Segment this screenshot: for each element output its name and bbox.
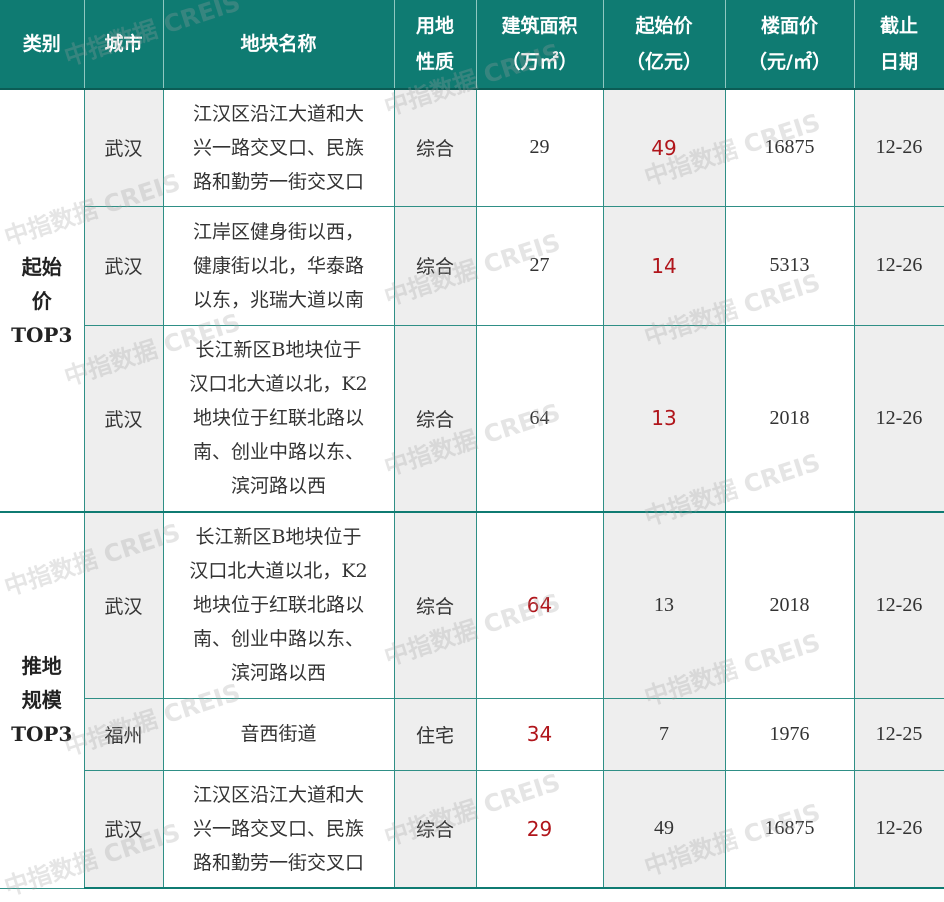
cell-area: 34: [476, 698, 604, 771]
cell-deadline: 12-26: [854, 512, 944, 699]
cell-area: 29: [476, 770, 604, 889]
land-auction-table: 类别 城市 地块名称 用地 性质 建筑面积 （万㎡） 起始价 （亿元） 楼面价 （元/㎡…: [0, 0, 944, 889]
cell-usage: 综合: [394, 325, 477, 513]
group-label-start-price-top3: 起始 价 TOP3: [0, 89, 85, 513]
cell-city: 武汉: [84, 89, 164, 207]
cell-usage: 住宅: [394, 698, 477, 771]
cell-deadline: 12-26: [854, 206, 944, 326]
cell-usage: 综合: [394, 89, 477, 207]
cell-start-price: 49: [603, 770, 726, 889]
header-category: 类别: [0, 0, 85, 90]
header-city: 城市: [84, 0, 164, 90]
cell-city: 武汉: [84, 325, 164, 513]
cell-floor-price: 5313: [725, 206, 855, 326]
cell-usage: 综合: [394, 770, 477, 889]
table-row: 福州 音西街道 住宅 34 7 1976 12-25: [0, 698, 944, 771]
cell-start-price: 13: [603, 512, 726, 699]
cell-area: 27: [476, 206, 604, 326]
cell-area: 64: [476, 512, 604, 699]
cell-deadline: 12-26: [854, 89, 944, 207]
cell-floor-price: 16875: [725, 89, 855, 207]
header-land-usage: 用地 性质: [394, 0, 477, 90]
cell-city: 武汉: [84, 512, 164, 699]
cell-deadline: 12-25: [854, 698, 944, 771]
cell-parcel-name: 长江新区B地块位于 汉口北大道以北，K2 地块位于红联北路以 南、创业中路以东、…: [163, 512, 395, 699]
cell-city: 福州: [84, 698, 164, 771]
cell-floor-price: 1976: [725, 698, 855, 771]
group-label-land-scale-top3: 推地 规模 TOP3: [0, 512, 85, 889]
cell-parcel-name: 江汉区沿江大道和大 兴一路交叉口、民族 路和勤劳一街交叉口: [163, 770, 395, 889]
cell-parcel-name: 江岸区健身街以西， 健康街以北，华泰路 以东，兆瑞大道以南: [163, 206, 395, 326]
table-row: 武汉 长江新区B地块位于 汉口北大道以北，K2 地块位于红联北路以 南、创业中路…: [0, 325, 944, 513]
cell-city: 武汉: [84, 770, 164, 889]
cell-floor-price: 2018: [725, 325, 855, 513]
header-parcel-name: 地块名称: [163, 0, 395, 90]
header-row: 类别 城市 地块名称 用地 性质 建筑面积 （万㎡） 起始价 （亿元） 楼面价 （元/㎡…: [0, 0, 944, 90]
cell-usage: 综合: [394, 206, 477, 326]
cell-start-price: 13: [603, 325, 726, 513]
table-row: 武汉 江岸区健身街以西， 健康街以北，华泰路 以东，兆瑞大道以南 综合 27 1…: [0, 206, 944, 326]
cell-area: 64: [476, 325, 604, 513]
cell-parcel-name: 长江新区B地块位于 汉口北大道以北，K2 地块位于红联北路以 南、创业中路以东、…: [163, 325, 395, 513]
cell-deadline: 12-26: [854, 325, 944, 513]
cell-city: 武汉: [84, 206, 164, 326]
cell-area: 29: [476, 89, 604, 207]
cell-parcel-name: 江汉区沿江大道和大 兴一路交叉口、民族 路和勤劳一街交叉口: [163, 89, 395, 207]
table-row: 推地 规模 TOP3 武汉 长江新区B地块位于 汉口北大道以北，K2 地块位于红…: [0, 512, 944, 889]
cell-deadline: 12-26: [854, 770, 944, 889]
cell-usage: 综合: [394, 512, 477, 699]
table-row: 武汉 江汉区沿江大道和大 兴一路交叉口、民族 路和勤劳一街交叉口 综合 29 4…: [0, 770, 944, 889]
cell-floor-price: 16875: [725, 770, 855, 889]
cell-start-price: 14: [603, 206, 726, 326]
header-floor-price: 楼面价 （元/㎡）: [725, 0, 855, 90]
header-deadline: 截止 日期: [854, 0, 944, 90]
cell-floor-price: 2018: [725, 512, 855, 699]
header-building-area: 建筑面积 （万㎡）: [476, 0, 604, 90]
cell-parcel-name: 音西街道: [163, 698, 395, 771]
cell-start-price: 49: [603, 89, 726, 207]
table-row: 起始 价 TOP3 武汉 江汉区沿江大道和大 兴一路交叉口、民族 路和勤劳一街交…: [0, 89, 944, 513]
header-start-price: 起始价 （亿元）: [603, 0, 726, 90]
cell-start-price: 7: [603, 698, 726, 771]
